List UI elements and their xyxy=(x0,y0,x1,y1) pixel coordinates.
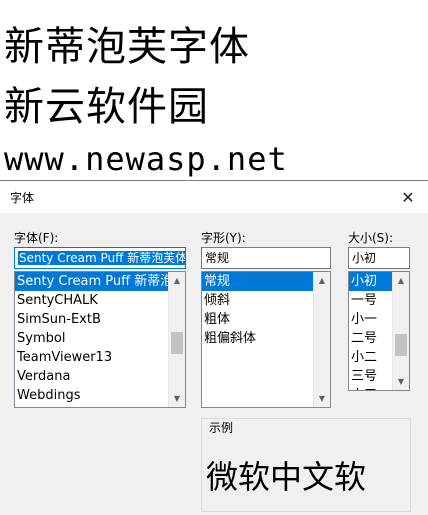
banner-line-2: 新云软件园 xyxy=(4,84,209,130)
sample-text: 微软中文软 xyxy=(206,458,367,496)
sample-preview: 微软中文软 xyxy=(201,432,411,512)
sample-area: 示例 微软中文软 xyxy=(0,180,428,515)
banner-line-1: 新蒂泡芙字体 xyxy=(4,24,250,70)
banner-url: www.newasp.net xyxy=(4,140,288,178)
